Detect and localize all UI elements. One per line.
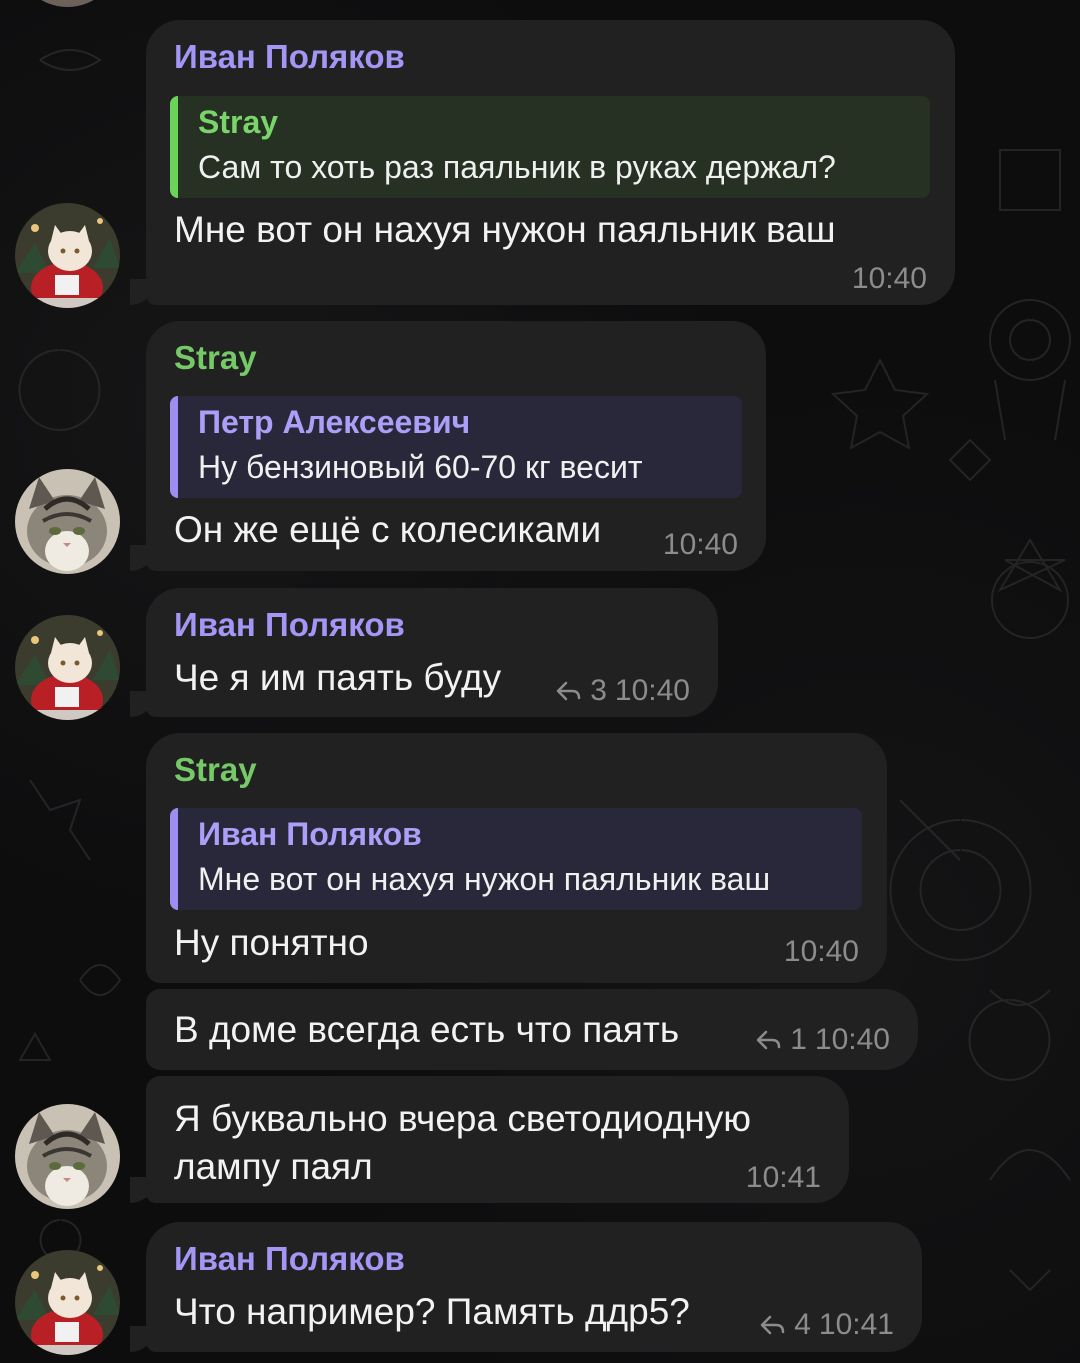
reply-bar: [170, 396, 178, 498]
message-bubble[interactable]: Stray Иван Поляков Мне вот он нахуя нужо…: [146, 733, 887, 983]
message-text-line2: лампу паял: [174, 1146, 373, 1187]
message-meta[interactable]: 3 10:40: [556, 674, 690, 708]
avatar-cat-santa-icon: [15, 615, 120, 720]
avatar-ivan[interactable]: [15, 615, 120, 720]
avatar-stray[interactable]: [15, 469, 120, 574]
message-text-line1: Я буквально вчера светодиодную: [174, 1098, 752, 1139]
avatar-ivan[interactable]: [15, 1250, 120, 1355]
sender-name[interactable]: Иван Поляков: [174, 38, 405, 76]
message-time: 10:41: [818, 1308, 894, 1341]
avatar-cat-tabby-icon: [15, 1104, 120, 1209]
message-bubble[interactable]: Я буквально вчера светодиодную лампу пая…: [146, 1076, 849, 1203]
reply-quote[interactable]: Петр Алексеевич Ну бензиновый 60-70 кг в…: [170, 396, 742, 498]
chat-view[interactable]: Иван Поляков Stray Сам то хоть раз паяль…: [0, 0, 1080, 1363]
message-text: Ну понятно: [174, 922, 369, 963]
message-bubble[interactable]: В доме всегда есть что паять 1 10:40: [146, 989, 918, 1070]
reply-text: Ну бензиновый 60-70 кг весит: [198, 449, 643, 485]
message-text: Че я им паять буду: [174, 657, 502, 698]
message-meta: 10:40: [784, 935, 859, 969]
message-text: В доме всегда есть что паять: [174, 1009, 680, 1050]
reply-bar: [170, 96, 178, 198]
message-bubble[interactable]: Иван Поляков Что например? Память ддр5? …: [146, 1222, 922, 1352]
reply-bar: [170, 808, 178, 910]
bubble-tail: [130, 1326, 156, 1352]
message-time: 10:40: [783, 935, 859, 968]
message-meta[interactable]: 4 10:41: [760, 1308, 894, 1342]
avatar-ivan[interactable]: [15, 203, 120, 308]
avatar-cat-santa-icon: [15, 203, 120, 308]
message-time: 10:40: [851, 262, 927, 295]
sender-name[interactable]: Stray: [174, 751, 257, 789]
message-text: Он же ещё с колесиками: [174, 509, 602, 550]
reply-arrow-icon: [756, 1030, 781, 1050]
replies-count: 3: [590, 674, 607, 707]
replies-count: 1: [790, 1023, 807, 1056]
message-time: 10:40: [662, 528, 738, 561]
reply-quote[interactable]: Иван Поляков Мне вот он нахуя нужон паял…: [170, 808, 862, 910]
reply-sender: Петр Алексеевич: [198, 404, 471, 440]
reply-sender: Stray: [198, 104, 279, 140]
avatar-stray[interactable]: [15, 1104, 120, 1209]
message-bubble[interactable]: Иван Поляков Че я им паять буду 3 10:40: [146, 588, 718, 717]
reply-arrow-icon: [760, 1315, 785, 1335]
reply-quote[interactable]: Stray Сам то хоть раз паяльник в руках д…: [170, 96, 930, 198]
reply-arrow-icon: [556, 681, 581, 701]
message-meta: 10:41: [746, 1161, 821, 1195]
message-time: 10:40: [614, 674, 690, 707]
message-meta: 10:40: [663, 528, 738, 562]
message-time: 10:41: [745, 1161, 821, 1194]
avatar-cat-tabby-icon: [15, 469, 120, 574]
bubble-tail: [130, 1177, 156, 1203]
bubble-tail: [130, 545, 156, 571]
message-meta[interactable]: 1 10:40: [756, 1023, 890, 1057]
message-bubble[interactable]: Иван Поляков Stray Сам то хоть раз паяль…: [146, 20, 955, 305]
message-text: Мне вот он нахуя нужон паяльник ваш: [174, 209, 836, 250]
bubble-tail: [130, 279, 156, 305]
message-meta: 10:40: [852, 262, 927, 296]
message-time: 10:40: [814, 1023, 890, 1056]
reply-text: Сам то хоть раз паяльник в руках держал?: [198, 149, 836, 185]
replies-count: 4: [794, 1308, 811, 1341]
bubble-tail: [130, 691, 156, 717]
avatar-cat-santa-icon: [15, 1250, 120, 1355]
sender-name[interactable]: Иван Поляков: [174, 1240, 405, 1278]
message-text: Что например? Память ддр5?: [174, 1291, 690, 1332]
sender-name[interactable]: Stray: [174, 339, 257, 377]
sender-name[interactable]: Иван Поляков: [174, 606, 405, 644]
message-bubble[interactable]: Stray Петр Алексеевич Ну бензиновый 60-7…: [146, 321, 766, 571]
reply-text: Мне вот он нахуя нужон паяльник ваш: [198, 861, 771, 897]
reply-sender: Иван Поляков: [198, 816, 422, 852]
